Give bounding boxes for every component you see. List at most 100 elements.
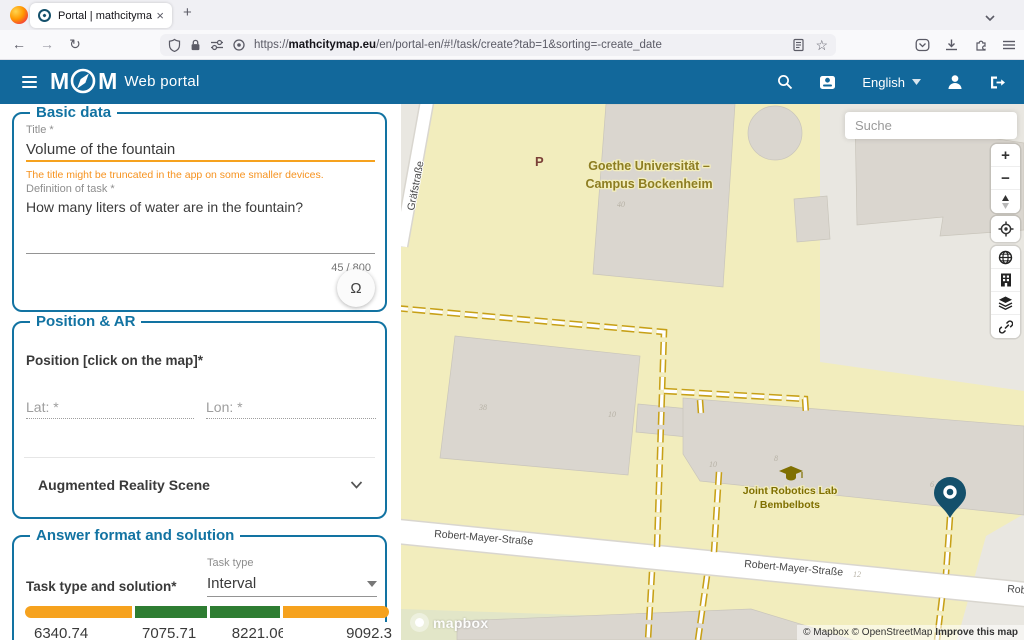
longitude-field[interactable] — [206, 395, 376, 419]
building-icon — [1000, 273, 1012, 287]
brand-letter: M — [50, 68, 68, 95]
tab-close-icon[interactable]: × — [156, 8, 164, 23]
caret-down-icon — [912, 79, 921, 85]
university-label-line2: Campus Bockenheim — [585, 177, 712, 191]
position-ar-legend: Position & AR — [30, 313, 141, 330]
compass-button[interactable] — [991, 190, 1020, 213]
link-icon — [999, 320, 1013, 334]
buildings-style-button[interactable] — [991, 269, 1020, 292]
basic-data-card: Basic data Title * The title might be tr… — [12, 112, 387, 312]
task-form-panel: Basic data Title * The title might be tr… — [0, 104, 401, 640]
browser-tabstrip: Portal | mathcitymap.eu × + — [0, 0, 1024, 30]
list-tabs-chevron-icon[interactable] — [984, 9, 996, 27]
brand-logo[interactable]: M M Web portal — [50, 67, 200, 95]
answer-format-card: Answer format and solution Task type and… — [12, 535, 387, 640]
title-warning: The title might be truncated in the app … — [26, 169, 324, 181]
brand-letter: M — [98, 68, 116, 95]
geolocate-button[interactable] — [991, 216, 1020, 242]
pocket-icon[interactable] — [915, 38, 930, 52]
layers-button[interactable] — [991, 292, 1020, 315]
shield-icon[interactable] — [168, 38, 181, 52]
compass-icon — [69, 67, 97, 95]
reader-view-icon[interactable] — [792, 38, 805, 52]
task-type-select[interactable]: Interval — [207, 571, 377, 597]
street-label-robert-mayer-3: Rob — [1007, 583, 1024, 597]
special-characters-button[interactable]: Ω — [337, 269, 375, 307]
attribution-improve-link[interactable]: Improve this map — [935, 627, 1018, 638]
logout-icon[interactable] — [989, 75, 1006, 90]
user-icon[interactable] — [947, 74, 963, 90]
geolocation-permission-icon[interactable] — [232, 38, 246, 52]
position-ar-card: Position & AR Position [click on the map… — [12, 321, 387, 519]
task-definition-label: Definition of task * — [26, 183, 115, 195]
browser-tab[interactable]: Portal | mathcitymap.eu × — [30, 3, 172, 28]
menu-icon[interactable] — [1002, 39, 1016, 51]
app-header: M M Web portal English — [0, 60, 1024, 104]
building-number: 38 — [478, 403, 487, 412]
task-type-value: Interval — [207, 575, 256, 592]
map-search-input[interactable] — [845, 112, 1017, 139]
svg-text:/ Bembelbots: / Bembelbots — [754, 499, 820, 511]
basic-data-legend: Basic data — [30, 104, 117, 121]
geolocate-icon — [998, 221, 1014, 237]
firefox-logo-icon[interactable] — [10, 6, 28, 24]
reload-button[interactable]: ↻ — [66, 36, 84, 53]
layers-icon — [998, 296, 1013, 310]
url-text: https://mathcitymap.eu/en/portal-en/#!/t… — [254, 39, 792, 51]
attribution-osm[interactable]: © OpenStreetMap — [852, 627, 933, 638]
site-favicon-icon — [38, 9, 51, 22]
interval-range-bar — [25, 606, 389, 618]
answer-format-legend: Answer format and solution — [30, 527, 240, 544]
zoom-in-button[interactable]: + — [991, 144, 1020, 167]
zoom-out-button[interactable]: − — [991, 167, 1020, 190]
task-type-label: Task type — [207, 557, 253, 569]
title-label: Title * — [26, 124, 54, 136]
interval-value-4[interactable] — [283, 622, 401, 640]
map-style-controls — [991, 246, 1020, 338]
position-label: Position [click on the map]* — [26, 353, 203, 368]
inbox-icon[interactable] — [819, 75, 836, 90]
title-input[interactable] — [26, 138, 375, 162]
latitude-field[interactable] — [26, 395, 194, 419]
task-definition-textarea[interactable]: How many liters of water are in the foun… — [26, 198, 375, 254]
building-number: 10 — [709, 460, 717, 469]
share-link-button[interactable] — [991, 315, 1020, 338]
sidenav-menu-icon[interactable] — [22, 76, 37, 91]
parking-label: P — [535, 154, 544, 169]
ar-scene-expander[interactable]: Augmented Reality Scene — [38, 473, 363, 497]
forward-button[interactable]: → — [38, 36, 56, 52]
bookmark-star-icon[interactable]: ☆ — [815, 37, 828, 54]
building-number: 40 — [617, 200, 625, 209]
url-field[interactable]: https://mathcitymap.eu/en/portal-en/#!/t… — [160, 34, 836, 56]
ar-scene-label: Augmented Reality Scene — [38, 477, 210, 493]
brand-suffix: Web portal — [124, 73, 199, 90]
back-button[interactable]: ← — [10, 36, 28, 52]
lock-icon[interactable] — [189, 38, 202, 52]
globe-style-button[interactable] — [991, 246, 1020, 269]
map-geolocate-control — [991, 216, 1020, 242]
building-number: 8 — [774, 454, 778, 463]
download-icon[interactable] — [944, 38, 959, 52]
building-number: 6 — [930, 480, 934, 489]
interval-value-2[interactable] — [136, 622, 211, 640]
search-icon[interactable] — [777, 74, 793, 90]
map-graphics: Gräfstraße P Goethe Universität – Campus… — [401, 104, 1024, 640]
divider — [24, 457, 375, 458]
map-attribution: © Mapbox © OpenStreetMap Improve this ma… — [797, 625, 1024, 640]
interval-value-3[interactable] — [211, 622, 292, 640]
permissions-icon[interactable] — [210, 39, 224, 51]
interval-segment-green — [210, 606, 280, 618]
interval-value-1[interactable] — [25, 622, 133, 640]
attribution-mapbox[interactable]: © Mapbox — [803, 627, 849, 638]
interval-segment-orange — [25, 606, 132, 618]
map-canvas[interactable]: Gräfstraße P Goethe Universität – Campus… — [401, 104, 1024, 640]
mapbox-logo[interactable]: mapbox — [410, 613, 488, 632]
new-tab-button[interactable]: + — [183, 4, 192, 21]
mapbox-logo-icon — [410, 613, 429, 632]
interval-segment-orange — [283, 606, 389, 618]
extensions-icon[interactable] — [973, 38, 988, 52]
university-label-line1: Goethe Universität – — [588, 159, 710, 173]
tab-title: Portal | mathcitymap.eu — [58, 10, 152, 22]
map-zoom-controls: + − — [991, 144, 1020, 213]
language-selector[interactable]: English — [862, 75, 921, 90]
